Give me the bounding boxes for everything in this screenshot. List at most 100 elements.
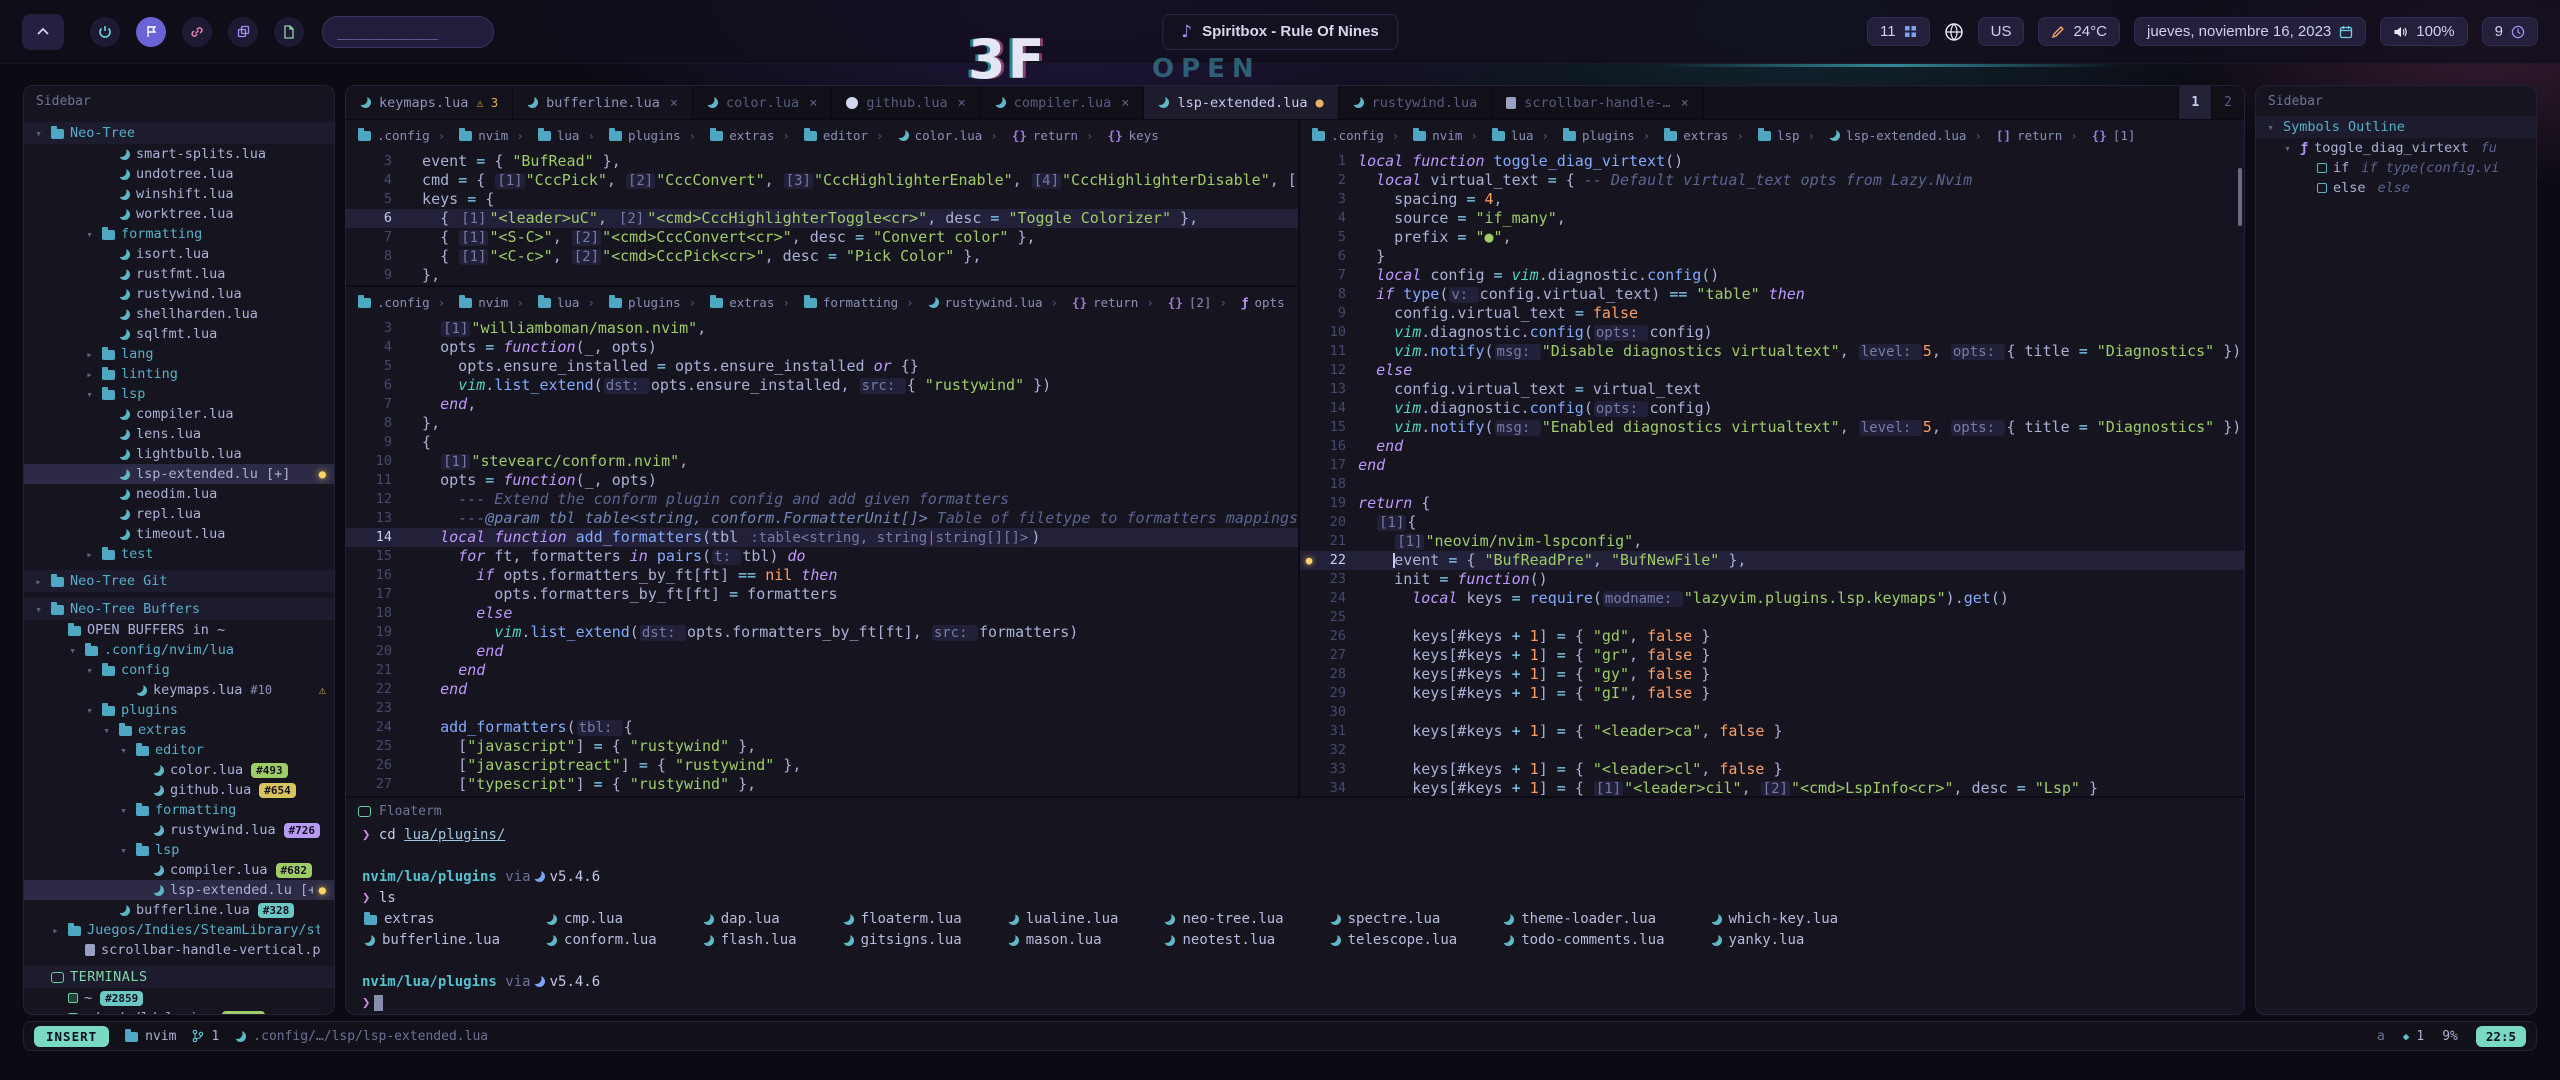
code-line[interactable]: 11 vim.notify(msg: "Disable diagnostics … — [1300, 342, 2244, 361]
tree-item[interactable]: ▾ formatting — [24, 224, 334, 244]
link-button[interactable] — [182, 17, 212, 47]
buffer-tab[interactable]: color.lua × — [693, 86, 832, 119]
file-button[interactable] — [274, 17, 304, 47]
breadcrumb-segment[interactable]: plugins — [579, 295, 680, 310]
code-line[interactable]: 23 init = function() — [1300, 570, 2244, 589]
tree-item[interactable]: keymaps.lua #10 — [24, 680, 334, 700]
tree-item[interactable]: OPEN BUFFERS in ~ — [24, 620, 334, 640]
keyboard-layout[interactable]: US — [1978, 17, 2025, 46]
code-line[interactable]: 5 keys = { — [346, 190, 1298, 209]
tree-item[interactable]: undotree.lua — [24, 164, 334, 184]
code-line[interactable]: 5 opts.ensure_installed = opts.ensure_in… — [346, 357, 1298, 376]
code-line[interactable]: 5 prefix = "●", — [1300, 228, 2244, 247]
breadcrumb-segment[interactable]: .config — [1312, 128, 1384, 143]
tree-item[interactable]: ~/.c/n/l/plugins #3980 — [24, 1008, 334, 1014]
code-line[interactable]: 20 end — [346, 642, 1298, 661]
tab-close-icon[interactable]: × — [1121, 95, 1129, 111]
tree-item[interactable]: timeout.lua — [24, 524, 334, 544]
breadcrumb-segment[interactable]: extras — [1635, 128, 1729, 143]
code-line[interactable]: 7 { [1]"<S-C>", [2]"<cmd>CccConvert<cr>"… — [346, 228, 1298, 247]
code-line[interactable]: 25 ["javascript"] = { "rustywind" }, — [346, 737, 1298, 756]
code-line[interactable]: 9 { — [346, 433, 1298, 452]
tree-item[interactable]: scrollbar-handle-vertical.p — [24, 940, 334, 960]
code-line[interactable]: 20 [1]{ — [1300, 513, 2244, 532]
topbar-input[interactable] — [322, 16, 494, 48]
breadcrumb-segment[interactable]: lsp-extended.lua — [1800, 128, 1967, 143]
tab-close-icon[interactable]: × — [958, 95, 966, 111]
tree-item[interactable]: ▸ linting — [24, 364, 334, 384]
chevron-icon[interactable]: ▾ — [32, 603, 45, 616]
code-line[interactable]: 3 event = { "BufRead" }, — [346, 152, 1298, 171]
chevron-icon[interactable]: ▾ — [117, 804, 130, 817]
code-line[interactable]: 4 opts = function(_, opts) — [346, 338, 1298, 357]
tree-item[interactable]: isort.lua — [24, 244, 334, 264]
breadcrumb-segment[interactable]: .config — [358, 128, 430, 143]
code-line[interactable]: 1 local function toggle_diag_virtext() — [1300, 152, 2244, 171]
chevron-icon[interactable]: ▸ — [83, 368, 96, 381]
tray-indicator[interactable]: 9 — [2482, 17, 2538, 46]
breadcrumb-segment[interactable]: opts — [1211, 295, 1284, 310]
clock-widget[interactable]: jueves, noviembre 16, 2023 — [2134, 17, 2366, 46]
code-line[interactable]: 24 local keys = require(modname: "lazyvi… — [1300, 589, 2244, 608]
buffer-tab[interactable]: github.lua × — [832, 86, 980, 119]
buffer-tab[interactable]: scrollbar-handle-… × — [1492, 86, 1703, 119]
terminal[interactable]: ❯ cd lua/plugins/ nvim/lua/plugins viav5… — [346, 824, 2244, 1015]
workspace-indicator[interactable]: 11 — [1867, 17, 1930, 46]
chevron-icon[interactable]: ▾ — [83, 388, 96, 401]
tab-pick[interactable]: 1 — [2178, 86, 2211, 119]
code-line[interactable]: 18 else — [346, 604, 1298, 623]
chevron-icon[interactable]: ▸ — [83, 348, 96, 361]
code-line[interactable]: 9 config.virtual_text = false — [1300, 304, 2244, 323]
tree-item[interactable]: repl.lua — [24, 504, 334, 524]
tree-item[interactable]: compiler.lua #682 — [24, 860, 334, 880]
tree-item[interactable]: smart-splits.lua — [24, 144, 334, 164]
breadcrumb-segment[interactable]: return — [982, 128, 1078, 143]
chevron-icon[interactable]: ▾ — [32, 127, 45, 140]
code-line[interactable]: 27 ["typescript"] = { "rustywind" }, — [346, 775, 1298, 794]
breadcrumb-segment[interactable]: nvim — [430, 295, 509, 310]
power-button[interactable] — [90, 17, 120, 47]
music-widget[interactable]: ♪ Spiritbox - Rule Of Nines — [1162, 14, 1398, 50]
code-line[interactable]: 12 else — [1300, 361, 2244, 380]
code-line[interactable]: 32 — [1300, 741, 2244, 760]
code-area[interactable]: 1 local function toggle_diag_virtext() 2… — [1300, 150, 2244, 796]
code-line[interactable]: 24 add_formatters(tbl: { — [346, 718, 1298, 737]
tree-item[interactable]: lightbulb.lua — [24, 444, 334, 464]
code-line[interactable]: 25 — [1300, 608, 2244, 627]
weather-widget[interactable]: 24°C — [2038, 17, 2120, 46]
code-line[interactable]: 23 — [346, 699, 1298, 718]
breadcrumb-segment[interactable]: [2] — [1138, 295, 1211, 310]
chevron-icon[interactable]: ▾ — [83, 664, 96, 677]
code-area[interactable]: 3 event = { "BufRead" }, 4 cmd = { [1]"C… — [346, 150, 1298, 285]
code-line[interactable]: 3 spacing = 4, — [1300, 190, 2244, 209]
tree-item[interactable]: ▾ config — [24, 660, 334, 680]
chevron-icon[interactable]: ▾ — [66, 644, 79, 657]
code-line[interactable]: 26 ["javascriptreact"] = { "rustywind" }… — [346, 756, 1298, 775]
breadcrumb-segment[interactable]: rustywind.lua — [898, 295, 1042, 310]
buffer-tab[interactable]: lsp-extended.lua ● — [1144, 86, 1338, 119]
code-line[interactable]: 21 end — [346, 661, 1298, 680]
outline-header[interactable]: ▾ Symbols Outline — [2256, 116, 2536, 138]
code-area[interactable]: 3 [1]"williamboman/mason.nvim", 4 opts =… — [346, 317, 1298, 796]
tree-item[interactable]: neodim.lua — [24, 484, 334, 504]
tree-item[interactable]: lsp-extended.lu [+] — [24, 880, 334, 900]
chevron-icon[interactable]: ▾ — [117, 744, 130, 757]
code-line[interactable]: 7 end, — [346, 395, 1298, 414]
code-line[interactable]: 16 end — [1300, 437, 2244, 456]
breadcrumb-segment[interactable]: plugins — [1534, 128, 1635, 143]
code-line[interactable]: 33 keys[#keys + 1] = { "<leader>cl", fal… — [1300, 760, 2244, 779]
tree-item[interactable]: TERMINALS — [24, 966, 334, 988]
buffer-tab[interactable]: rustywind.lua — [1339, 86, 1493, 119]
tree-item[interactable]: ▸ Juegos/Indies/SteamLibrary/st — [24, 920, 334, 940]
chevron-icon[interactable]: ▾ — [117, 844, 130, 857]
tree-item[interactable]: ▾ plugins — [24, 700, 334, 720]
code-line[interactable]: 27 keys[#keys + 1] = { "gr", false } — [1300, 646, 2244, 665]
tree-item[interactable]: rustywind.lua #726 — [24, 820, 334, 840]
layers-button[interactable] — [228, 17, 258, 47]
chevron-icon[interactable]: ▸ — [49, 924, 62, 937]
tree-item[interactable]: sqlfmt.lua — [24, 324, 334, 344]
scrollbar-handle[interactable] — [2238, 168, 2242, 226]
tab-pick[interactable]: 2 — [2211, 86, 2244, 119]
tree-item[interactable]: ▾ lsp — [24, 384, 334, 404]
tab-close-icon[interactable]: × — [1681, 95, 1689, 111]
